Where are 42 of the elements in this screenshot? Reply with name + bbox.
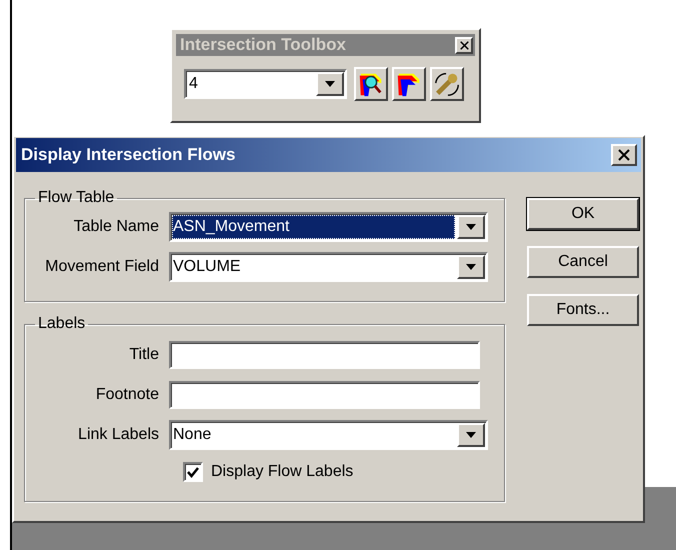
check-icon	[187, 466, 199, 478]
tool-button[interactable]	[430, 67, 464, 101]
field-label: Link Labels	[77, 425, 160, 445]
close-button[interactable]	[455, 36, 473, 54]
field-value: VOLUME	[172, 257, 242, 277]
close-button[interactable]	[611, 144, 637, 166]
dialog-button[interactable]: OK	[527, 198, 639, 230]
field-value: None	[172, 425, 212, 445]
dropdown-field[interactable]: 4	[184, 69, 347, 99]
dropdown-button[interactable]	[457, 215, 485, 239]
checkbox-row[interactable]: Display Flow Labels	[183, 460, 504, 484]
field-label: Table Name	[72, 217, 160, 237]
caret-icon	[466, 264, 476, 270]
close-icon	[618, 149, 630, 161]
field-value: ASN_Movement	[172, 215, 455, 239]
text-field[interactable]	[169, 381, 480, 409]
dropdown-button[interactable]	[457, 255, 485, 279]
dropdown-button[interactable]	[457, 423, 485, 447]
group-label: Flow Table	[37, 190, 116, 206]
caret-icon	[325, 81, 335, 87]
close-icon	[460, 40, 468, 50]
group-label: Labels	[37, 316, 86, 332]
field-value: 4	[188, 74, 199, 94]
dropdown-field[interactable]: None	[169, 420, 488, 450]
text-field[interactable]	[169, 341, 480, 369]
window-title: Display Intersection Flows	[21, 144, 236, 166]
checkbox-label: Display Flow Labels	[211, 462, 354, 482]
tool-button[interactable]	[392, 67, 426, 101]
field-label: Title	[128, 345, 160, 365]
wrench-icon	[433, 70, 461, 98]
dialog-button[interactable]: Cancel	[527, 246, 639, 278]
tool-button[interactable]	[354, 67, 388, 101]
dialog-button[interactable]: Fonts...	[527, 294, 639, 326]
dropdown-field[interactable]: VOLUME	[169, 252, 488, 282]
caret-icon	[466, 432, 476, 438]
dropdown-field[interactable]: ASN_Movement	[169, 212, 488, 242]
window-title: Intersection Toolbox	[180, 34, 346, 56]
dropdown-button[interactable]	[316, 72, 344, 96]
checkbox[interactable]	[183, 462, 203, 482]
field-label: Movement Field	[44, 257, 160, 277]
field-label: Footnote	[94, 385, 160, 405]
caret-icon	[466, 224, 476, 230]
